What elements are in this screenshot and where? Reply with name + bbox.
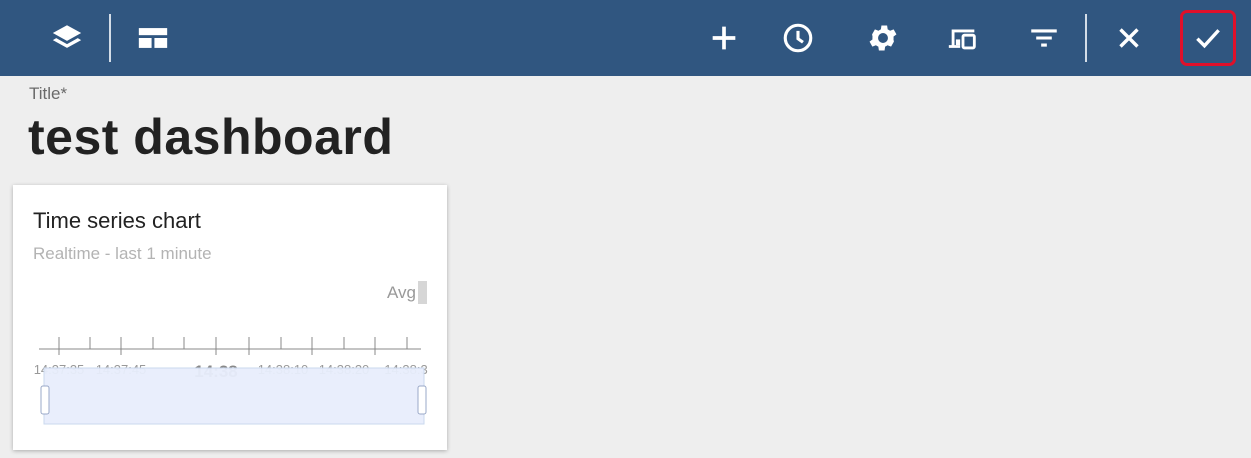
range-selector[interactable] xyxy=(43,367,425,425)
layout-button[interactable] xyxy=(127,12,179,64)
time-series-widget[interactable]: Time series chart Realtime - last 1 minu… xyxy=(13,185,447,450)
dashboard-layout-icon xyxy=(138,28,168,48)
layers-icon xyxy=(52,25,82,48)
top-toolbar xyxy=(0,0,1251,76)
add-widget-button[interactable] xyxy=(698,12,750,64)
range-handle-left[interactable] xyxy=(40,385,50,415)
time-axis-selector: 14:37:35 14:37:45 14:38 14:38:10 14:38:2… xyxy=(34,337,428,425)
add-icon xyxy=(712,26,736,50)
range-handle-right[interactable] xyxy=(417,385,427,415)
toolbar-divider xyxy=(1085,14,1087,62)
filter-icon xyxy=(1031,29,1057,47)
cancel-button[interactable] xyxy=(1103,12,1155,64)
layers-button[interactable] xyxy=(41,12,93,64)
toolbar-divider xyxy=(109,14,111,62)
check-icon xyxy=(1196,29,1220,49)
close-icon xyxy=(1119,28,1139,48)
settings-button[interactable] xyxy=(857,12,909,64)
axis-ticks xyxy=(58,337,408,355)
clock-icon xyxy=(783,23,813,53)
title-label: Title* xyxy=(29,84,68,103)
filter-button[interactable] xyxy=(1018,12,1070,64)
save-button[interactable] xyxy=(1180,10,1236,66)
page-title[interactable]: test dashboard xyxy=(28,108,393,166)
timewindow-button[interactable] xyxy=(772,12,824,64)
gear-icon xyxy=(869,25,897,51)
layouts-button[interactable] xyxy=(937,12,989,64)
devices-icon xyxy=(948,29,976,50)
